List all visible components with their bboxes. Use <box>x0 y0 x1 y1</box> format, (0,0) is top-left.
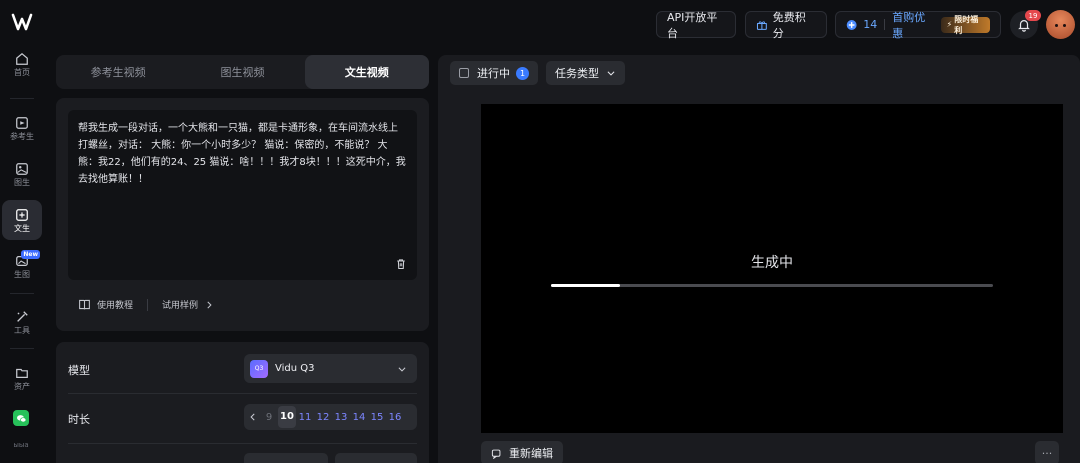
assets-icon <box>16 368 28 378</box>
tutorial-link[interactable]: 使用教程 <box>97 298 133 311</box>
points-promo-button[interactable]: 14 首购优惠 ⚡ 限时福利 <box>835 10 1001 40</box>
rail-divider <box>10 293 34 294</box>
book-icon <box>79 299 90 310</box>
duration-option-10[interactable]: 10 <box>278 406 296 428</box>
limited-offer-label: 限时福利 <box>954 14 979 35</box>
settings-card: 模型 Q3 Vidu Q3 时长 9 10 11 12 13 14 15 16 <box>56 342 429 463</box>
re-edit-button[interactable]: 重新编辑 <box>481 441 563 463</box>
reference-gen-icon <box>16 116 28 129</box>
notification-count-badge: 19 <box>1025 10 1041 21</box>
rail-label: 图生 <box>14 177 30 187</box>
option-select[interactable] <box>335 453 417 463</box>
more-button[interactable]: ··· <box>1035 441 1059 463</box>
duration-option-11[interactable]: 11 <box>296 412 314 423</box>
lightning-icon: ⚡ <box>946 20 953 29</box>
rail-item-tools[interactable]: 工具 <box>2 302 42 342</box>
duration-option-12[interactable]: 12 <box>314 412 332 423</box>
rail-divider <box>10 98 34 99</box>
prompt-textarea[interactable]: 帮我生成一段对话，一个大熊和一只猫，都是卡通形象，在车间流水线上打螺丝，对话： … <box>68 110 417 280</box>
model-value: Vidu Q3 <box>275 363 315 374</box>
duration-selector: 9 10 11 12 13 14 15 16 <box>244 404 417 430</box>
task-panel: 进行中 1 任务类型 生成中 重新编辑 ··· <box>438 55 1080 463</box>
rail-label: 生图 <box>14 269 30 279</box>
prompt-text: 帮我生成一段对话，一个大熊和一只猫，都是卡通形象，在车间流水线上打螺丝，对话： … <box>78 123 406 185</box>
prompt-card: 帮我生成一段对话，一个大熊和一只猫，都是卡通形象，在车间流水线上打螺丝，对话： … <box>56 98 429 331</box>
rail-item-home[interactable]: 首页 <box>2 44 42 84</box>
divider <box>147 298 149 311</box>
tab-text-to-video[interactable]: 文生视频 <box>304 55 429 89</box>
home-icon <box>16 52 28 65</box>
in-progress-label: 进行中 <box>477 67 510 80</box>
duration-option-9[interactable]: 9 <box>260 412 278 423</box>
rail-label: 首页 <box>14 67 30 77</box>
examples-link[interactable]: 试用样例 <box>162 298 198 311</box>
tools-icon <box>17 310 28 322</box>
prompt-footer: 使用教程 试用样例 <box>78 298 214 311</box>
user-avatar[interactable] <box>1046 10 1075 39</box>
app-root: 首页 参考生 图生 文生 New 生图 工具 资产 ыыа API开放平台 免费… <box>0 0 1080 463</box>
points-icon <box>846 19 857 30</box>
tab-reference-video[interactable]: 参考生视频 <box>56 55 180 89</box>
edit-icon <box>491 449 501 459</box>
in-progress-count: 1 <box>516 66 529 80</box>
api-platform-button[interactable]: API开放平台 <box>656 10 736 40</box>
brand-logo-icon[interactable] <box>10 10 34 34</box>
model-label: 模型 <box>68 364 90 377</box>
task-type-dropdown[interactable]: 任务类型 <box>546 61 625 85</box>
image-gen-icon <box>16 162 28 175</box>
progress-bar <box>551 284 993 287</box>
free-points-button[interactable]: 免费积分 <box>745 10 827 40</box>
rail-divider <box>10 348 34 349</box>
trash-icon[interactable] <box>395 258 407 270</box>
avatar-eye <box>1055 24 1058 27</box>
tab-image-to-video[interactable]: 图生视频 <box>180 55 304 89</box>
free-points-label: 免费积分 <box>772 10 806 40</box>
chevron-down-icon <box>398 366 406 372</box>
rail-item-image-to-video[interactable]: 图生 <box>2 154 42 194</box>
divider <box>884 19 886 30</box>
rail-label: 参考生 <box>10 131 34 141</box>
rail-label: 资产 <box>14 381 30 391</box>
points-count: 14 <box>863 18 878 31</box>
generating-status: 生成中 <box>751 255 793 271</box>
duration-option-16[interactable]: 16 <box>386 412 404 423</box>
duration-option-14[interactable]: 14 <box>350 412 368 423</box>
rail-label: 文生 <box>14 223 30 233</box>
api-platform-label: API开放平台 <box>667 10 718 40</box>
chevron-down-icon <box>607 71 615 76</box>
mode-tabs: 参考生视频 图生视频 文生视频 <box>56 55 429 89</box>
wechat-icon[interactable] <box>13 410 29 426</box>
row-divider <box>68 393 417 394</box>
vidu-logo-icon: Q3 <box>250 359 268 378</box>
row-divider <box>68 443 417 444</box>
checkbox[interactable] <box>459 68 469 78</box>
chevron-right-icon <box>207 301 212 308</box>
progress-fill <box>551 284 620 287</box>
rail-item-text-to-video[interactable]: 文生 <box>2 200 42 240</box>
task-type-label: 任务类型 <box>555 67 599 80</box>
first-purchase-label: 首购优惠 <box>892 10 926 40</box>
in-progress-filter[interactable]: 进行中 1 <box>450 61 538 85</box>
rail-item-reference[interactable]: 参考生 <box>2 108 42 148</box>
duration-option-13[interactable]: 13 <box>332 412 350 423</box>
option-select[interactable] <box>244 453 328 463</box>
model-select[interactable]: Q3 Vidu Q3 <box>244 354 417 383</box>
gift-icon <box>756 20 767 30</box>
text-gen-icon <box>16 208 28 221</box>
re-edit-label: 重新编辑 <box>509 447 553 460</box>
duration-option-15[interactable]: 15 <box>368 412 386 423</box>
new-badge: New <box>21 250 40 259</box>
limited-offer-tag: ⚡ 限时福利 <box>940 14 990 35</box>
video-preview[interactable]: 生成中 <box>481 104 1063 433</box>
rail-item-assets[interactable]: 资产 <box>2 358 42 398</box>
duration-label: 时长 <box>68 413 90 426</box>
rail-label: 工具 <box>14 325 30 335</box>
community-icon[interactable]: ыыа <box>11 438 31 452</box>
chevron-left-icon[interactable] <box>248 412 258 422</box>
left-rail: 首页 参考生 图生 文生 New 生图 工具 资产 ыыа <box>0 0 44 463</box>
rail-item-generate-image[interactable]: New 生图 <box>2 246 42 286</box>
avatar-eye <box>1063 24 1066 27</box>
